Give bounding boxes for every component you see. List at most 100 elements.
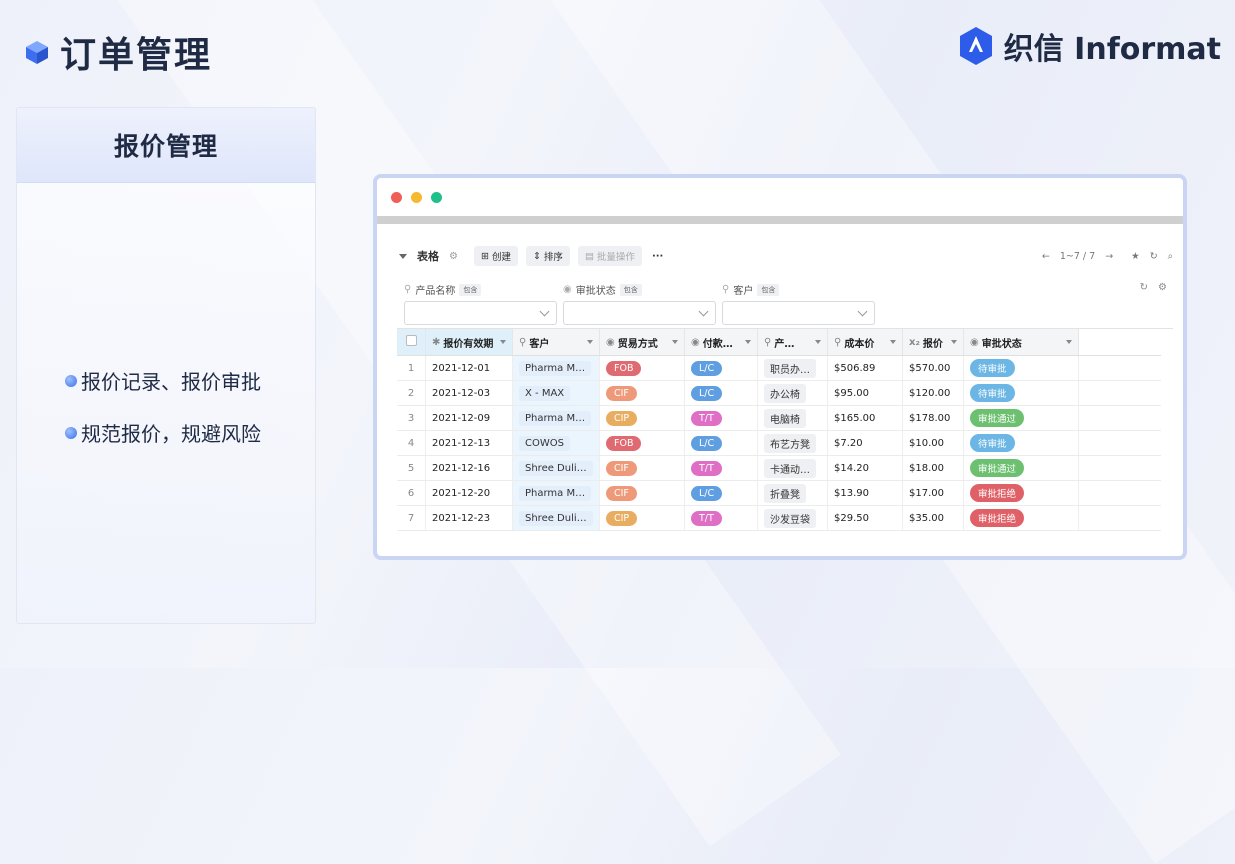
- cell-trade[interactable]: FOB: [599, 355, 685, 381]
- table-row[interactable]: 6 2021-12-20 Pharma M… CIF L/C 折叠凳 $13.90 $17.0…: [397, 480, 1161, 506]
- cell-date[interactable]: 2021-12-09: [425, 405, 513, 431]
- customer-tag[interactable]: X - MAX: [519, 385, 571, 401]
- cell-status[interactable]: 待审批: [963, 380, 1079, 406]
- cell-cost[interactable]: $7.20: [827, 430, 903, 456]
- cell-product[interactable]: 布艺方凳: [757, 430, 828, 456]
- cell-product[interactable]: 办公椅: [757, 380, 828, 406]
- column-header-payment[interactable]: ◉ 付款…: [684, 329, 758, 356]
- cell-customer[interactable]: Pharma M…: [512, 405, 600, 431]
- cell-cost[interactable]: $14.20: [827, 455, 903, 481]
- cell-price[interactable]: $10.00: [902, 430, 964, 456]
- cell-date[interactable]: 2021-12-20: [425, 480, 513, 506]
- table-row[interactable]: 4 2021-12-13 COWOS FOB L/C 布艺方凳 $7.20 $10.00 待审批: [397, 430, 1161, 456]
- product-tag[interactable]: 卡通动…: [764, 458, 816, 478]
- cell-status[interactable]: 待审批: [963, 355, 1079, 381]
- filter-select[interactable]: [404, 301, 557, 325]
- caret-down-icon[interactable]: [500, 340, 506, 344]
- cell-date[interactable]: 2021-12-13: [425, 430, 513, 456]
- customer-tag[interactable]: Pharma M…: [519, 410, 592, 426]
- cell-payment[interactable]: L/C: [684, 355, 758, 381]
- cell-price[interactable]: $570.00: [902, 355, 964, 381]
- caret-down-icon[interactable]: [1066, 340, 1072, 344]
- cell-product[interactable]: 折叠凳: [757, 480, 828, 506]
- product-tag[interactable]: 办公椅: [764, 383, 806, 403]
- select-all-cell[interactable]: [397, 329, 426, 356]
- cell-customer[interactable]: Shree Duli…: [512, 505, 600, 531]
- cell-trade[interactable]: CIF: [599, 455, 685, 481]
- view-selector[interactable]: 表格 ⚙: [399, 248, 458, 264]
- table-row[interactable]: 7 2021-12-23 Shree Duli… CIP T/T 沙发豆袋 $29.50 $3…: [397, 505, 1161, 531]
- cell-date[interactable]: 2021-12-01: [425, 355, 513, 381]
- settings-gear-icon[interactable]: ⚙: [449, 251, 458, 262]
- cell-payment[interactable]: L/C: [684, 380, 758, 406]
- cell-trade[interactable]: CIF: [599, 380, 685, 406]
- arrow-left-icon[interactable]: ←: [1042, 251, 1050, 262]
- customer-tag[interactable]: Shree Duli…: [519, 510, 593, 526]
- cell-trade[interactable]: CIP: [599, 405, 685, 431]
- cell-cost[interactable]: $165.00: [827, 405, 903, 431]
- cell-cost[interactable]: $13.90: [827, 480, 903, 506]
- table-row[interactable]: 3 2021-12-09 Pharma M… CIP T/T 电脑椅 $165.00 $178…: [397, 405, 1161, 431]
- product-tag[interactable]: 职员办…: [764, 358, 816, 378]
- customer-tag[interactable]: COWOS: [519, 435, 570, 451]
- table-row[interactable]: 1 2021-12-01 Pharma M… FOB L/C 职员办… $506.89 $57…: [397, 355, 1161, 381]
- column-header-price[interactable]: x₂ 报价: [902, 329, 964, 356]
- product-tag[interactable]: 布艺方凳: [764, 433, 816, 453]
- cell-customer[interactable]: Pharma M…: [512, 480, 600, 506]
- cell-date[interactable]: 2021-12-23: [425, 505, 513, 531]
- cell-price[interactable]: $17.00: [902, 480, 964, 506]
- cell-price[interactable]: $18.00: [902, 455, 964, 481]
- cell-product[interactable]: 卡通动…: [757, 455, 828, 481]
- cell-cost[interactable]: $506.89: [827, 355, 903, 381]
- cell-price[interactable]: $120.00: [902, 380, 964, 406]
- cell-date[interactable]: 2021-12-03: [425, 380, 513, 406]
- more-button[interactable]: ···: [652, 251, 663, 262]
- maximize-window-button[interactable]: [431, 191, 442, 203]
- cell-status[interactable]: 审批通过: [963, 405, 1079, 431]
- cell-status[interactable]: 待审批: [963, 430, 1079, 456]
- star-icon[interactable]: ★: [1131, 251, 1140, 262]
- cell-customer[interactable]: Pharma M…: [512, 355, 600, 381]
- arrow-right-icon[interactable]: →: [1105, 251, 1113, 262]
- cell-payment[interactable]: L/C: [684, 480, 758, 506]
- column-header-product[interactable]: ⚲ 产…: [757, 329, 828, 356]
- cell-cost[interactable]: $95.00: [827, 380, 903, 406]
- cell-payment[interactable]: L/C: [684, 430, 758, 456]
- refresh-icon[interactable]: ↻: [1140, 282, 1148, 293]
- batch-operation-button[interactable]: ▤ 批量操作: [577, 246, 642, 266]
- caret-down-icon[interactable]: [951, 340, 957, 344]
- product-tag[interactable]: 沙发豆袋: [764, 508, 816, 528]
- cell-cost[interactable]: $29.50: [827, 505, 903, 531]
- gear-icon[interactable]: ⚙: [1158, 282, 1167, 293]
- sort-button[interactable]: ⇕ 排序: [525, 246, 570, 266]
- cell-status[interactable]: 审批通过: [963, 455, 1079, 481]
- caret-down-icon[interactable]: [745, 340, 751, 344]
- column-header-status[interactable]: ◉ 审批状态: [963, 329, 1079, 356]
- cell-price[interactable]: $178.00: [902, 405, 964, 431]
- search-icon[interactable]: ⌕: [1168, 251, 1173, 262]
- cell-status[interactable]: 审批拒绝: [963, 480, 1079, 506]
- cell-payment[interactable]: T/T: [684, 455, 758, 481]
- filter-mode[interactable]: 包含: [619, 283, 642, 296]
- cell-payment[interactable]: T/T: [684, 505, 758, 531]
- caret-down-icon[interactable]: [672, 340, 678, 344]
- cell-trade[interactable]: FOB: [599, 430, 685, 456]
- cell-customer[interactable]: COWOS: [512, 430, 600, 456]
- caret-down-icon[interactable]: [890, 340, 896, 344]
- table-row[interactable]: 2 2021-12-03 X - MAX CIF L/C 办公椅 $95.00 $120.00…: [397, 380, 1161, 406]
- column-header-cost[interactable]: ⚲ 成本价: [827, 329, 903, 356]
- column-header-customer[interactable]: ⚲ 客户: [512, 329, 600, 356]
- cell-customer[interactable]: Shree Duli…: [512, 455, 600, 481]
- cell-product[interactable]: 职员办…: [757, 355, 828, 381]
- customer-tag[interactable]: Pharma M…: [519, 485, 592, 501]
- caret-down-icon[interactable]: [587, 340, 593, 344]
- customer-tag[interactable]: Shree Duli…: [519, 460, 593, 476]
- column-header-trade[interactable]: ◉ 贸易方式: [599, 329, 685, 356]
- cell-trade[interactable]: CIP: [599, 505, 685, 531]
- table-row[interactable]: 5 2021-12-16 Shree Duli… CIF T/T 卡通动… $14.20 $1…: [397, 455, 1161, 481]
- product-tag[interactable]: 电脑椅: [764, 408, 806, 428]
- cell-date[interactable]: 2021-12-16: [425, 455, 513, 481]
- cell-product[interactable]: 沙发豆袋: [757, 505, 828, 531]
- cell-product[interactable]: 电脑椅: [757, 405, 828, 431]
- filter-mode[interactable]: 包含: [459, 283, 482, 296]
